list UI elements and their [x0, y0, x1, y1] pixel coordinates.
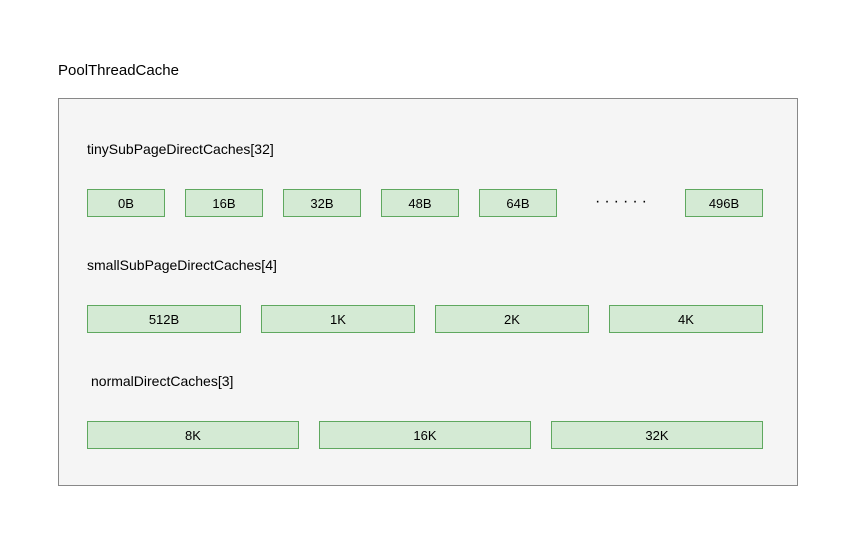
small-cache-box: 1K — [261, 305, 415, 333]
small-cache-box: 4K — [609, 305, 763, 333]
small-cache-box: 512B — [87, 305, 241, 333]
diagram-title: PoolThreadCache — [58, 62, 179, 79]
tiny-cache-box: 32B — [283, 189, 361, 217]
tiny-cache-box: 64B — [479, 189, 557, 217]
pool-container: tinySubPageDirectCaches[32] 0B 16B 32B 4… — [58, 98, 798, 486]
tiny-cache-box: 0B — [87, 189, 165, 217]
tiny-cache-box: 496B — [685, 189, 763, 217]
tiny-cache-box: 48B — [381, 189, 459, 217]
tiny-cache-box: 16B — [185, 189, 263, 217]
normal-cache-box: 16K — [319, 421, 531, 449]
normal-cache-box: 32K — [551, 421, 763, 449]
small-cache-box: 2K — [435, 305, 589, 333]
ellipsis: ······ — [595, 193, 651, 211]
small-section-label: smallSubPageDirectCaches[4] — [87, 257, 277, 273]
normal-cache-box: 8K — [87, 421, 299, 449]
normal-section-label: normalDirectCaches[3] — [91, 373, 233, 389]
tiny-section-label: tinySubPageDirectCaches[32] — [87, 141, 274, 157]
